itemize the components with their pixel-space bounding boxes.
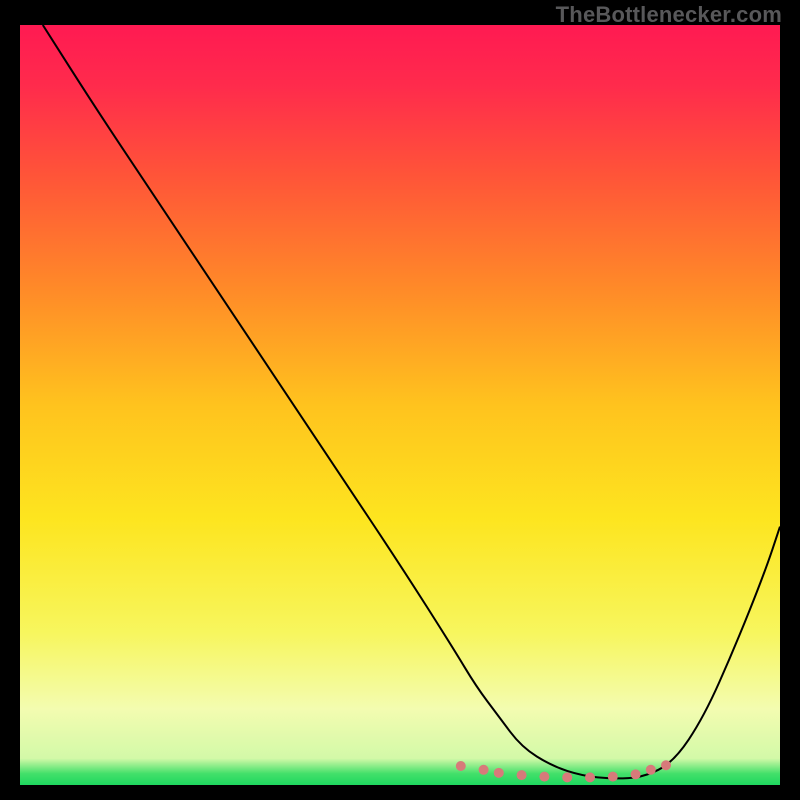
min-band-dot bbox=[631, 769, 641, 779]
min-band-dot bbox=[517, 770, 527, 780]
min-band-dot bbox=[479, 765, 489, 775]
min-band-dot bbox=[646, 765, 656, 775]
chart-frame bbox=[20, 25, 780, 785]
min-band-dot bbox=[585, 772, 595, 782]
bottleneck-chart bbox=[20, 25, 780, 785]
min-band-dot bbox=[562, 772, 572, 782]
min-band-dot bbox=[494, 768, 504, 778]
min-band-dot bbox=[539, 772, 549, 782]
chart-background bbox=[20, 25, 780, 785]
min-band-dot bbox=[456, 761, 466, 771]
min-band-dot bbox=[608, 772, 618, 782]
min-band-dot bbox=[661, 760, 671, 770]
